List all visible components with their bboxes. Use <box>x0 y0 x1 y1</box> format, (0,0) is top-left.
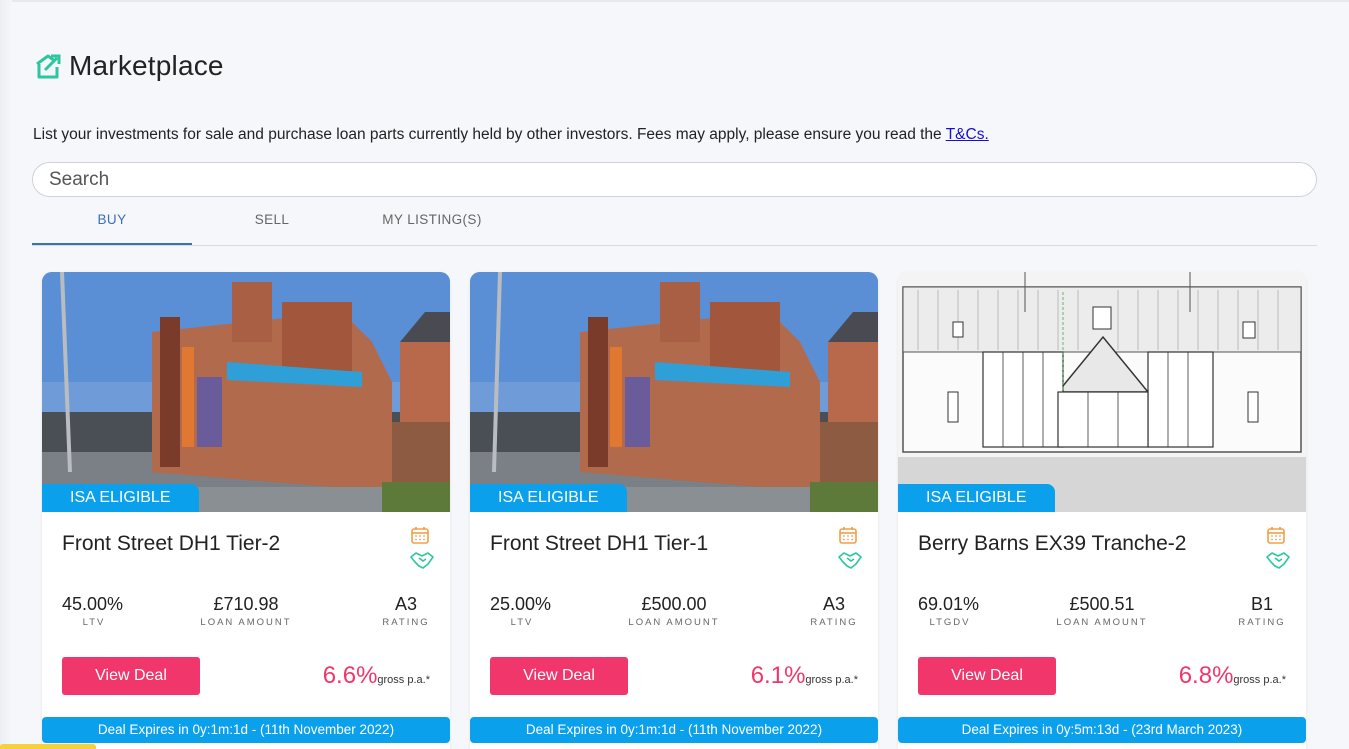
calendar-icon <box>411 527 429 544</box>
rate-suffix: gross p.a.* <box>1233 674 1286 686</box>
view-deal-button[interactable]: View Deal <box>490 657 628 695</box>
rating-value: B1 <box>1250 594 1274 614</box>
ltgdv-label: LTGDV <box>929 617 971 628</box>
ltv-label: LTV <box>510 617 534 628</box>
handshake-icon <box>410 552 434 569</box>
rate-value: 6.8% <box>1178 662 1234 689</box>
loan-amount-stat: £500.51 LOAN AMOUNT <box>1052 594 1152 628</box>
intro-description: List your investments for sale and purch… <box>33 126 946 143</box>
house-chart-icon <box>36 54 61 79</box>
search-bar <box>32 162 1317 197</box>
ltv-value: 45.00% <box>62 594 124 614</box>
rating-label: RATING <box>382 617 430 628</box>
loan-amount-value: £710.98 <box>213 594 279 614</box>
tab-bar: BUY SELL MY LISTING(S) <box>32 206 1317 246</box>
top-border <box>0 0 1349 2</box>
rate-value: 6.6% <box>322 662 378 689</box>
terms-link[interactable]: T&Cs. <box>946 126 989 143</box>
isa-eligible-badge: ISA ELIGIBLE <box>470 484 627 512</box>
calendar-icon <box>1267 527 1285 544</box>
ltgdv-stat: 69.01% LTGDV <box>918 594 982 628</box>
calendar-icon <box>839 527 857 544</box>
loan-amount-stat: £500.00 LOAN AMOUNT <box>624 594 724 628</box>
loan-amount-value: £500.51 <box>1069 594 1135 614</box>
rate-suffix: gross p.a.* <box>377 674 430 686</box>
ltv-label: LTV <box>82 617 106 628</box>
ltv-stat: 25.00% LTV <box>490 594 554 628</box>
tab-sell[interactable]: SELL <box>192 206 352 245</box>
view-deal-button[interactable]: View Deal <box>918 657 1056 695</box>
rating-value: A3 <box>394 594 418 614</box>
loan-amount-label: LOAN AMOUNT <box>628 617 720 628</box>
loan-amount-label: LOAN AMOUNT <box>200 617 292 628</box>
tab-my-listings[interactable]: MY LISTING(S) <box>352 206 512 245</box>
property-image: ISA ELIGIBLE <box>898 272 1306 512</box>
isa-eligible-badge: ISA ELIGIBLE <box>898 484 1055 512</box>
deal-card[interactable]: ISA ELIGIBLE Front Street DH1 Tier-1 25.… <box>470 272 878 749</box>
deal-expiry-banner: Deal Expires in 0y:1m:1d - (11th Novembe… <box>42 717 450 743</box>
property-image: ISA ELIGIBLE <box>470 272 878 512</box>
deal-title: Front Street DH1 Tier-2 <box>62 532 281 555</box>
deal-card[interactable]: ISA ELIGIBLE Front Street DH1 Tier-2 45.… <box>42 272 450 749</box>
intro-text: List your investments for sale and purch… <box>33 126 989 144</box>
search-input[interactable] <box>33 163 1316 196</box>
property-image: ISA ELIGIBLE <box>42 272 450 512</box>
rating-stat: A3 RATING <box>800 594 868 628</box>
loan-amount-stat: £710.98 LOAN AMOUNT <box>196 594 296 628</box>
rating-stat: A3 RATING <box>372 594 440 628</box>
rate-value: 6.1% <box>750 662 806 689</box>
deal-expiry-banner: Deal Expires in 0y:5m:13d - (23rd March … <box>898 717 1306 743</box>
tab-buy[interactable]: BUY <box>32 206 192 245</box>
rate-suffix: gross p.a.* <box>805 674 858 686</box>
rating-label: RATING <box>1238 617 1286 628</box>
loan-amount-label: LOAN AMOUNT <box>1056 617 1148 628</box>
handshake-icon <box>838 552 862 569</box>
deal-card[interactable]: ISA ELIGIBLE Berry Barns EX39 Tranche-2 … <box>898 272 1306 749</box>
view-deal-button[interactable]: View Deal <box>62 657 200 695</box>
deal-title: Front Street DH1 Tier-1 <box>490 532 709 555</box>
page-title: Marketplace <box>69 50 224 81</box>
deal-expiry-banner: Deal Expires in 0y:1m:1d - (11th Novembe… <box>470 717 878 743</box>
rating-stat: B1 RATING <box>1228 594 1296 628</box>
feedback-tab[interactable] <box>0 744 96 749</box>
ltgdv-value: 69.01% <box>918 594 980 614</box>
page-header: Marketplace <box>33 50 224 82</box>
interest-rate: 6.8% gross p.a.* <box>1179 662 1286 690</box>
ltv-stat: 45.00% LTV <box>62 594 126 628</box>
ltv-value: 25.00% <box>490 594 552 614</box>
left-edge-shadow <box>0 0 12 749</box>
interest-rate: 6.1% gross p.a.* <box>751 662 858 690</box>
deal-title: Berry Barns EX39 Tranche-2 <box>918 532 1187 555</box>
rating-value: A3 <box>822 594 846 614</box>
isa-eligible-badge: ISA ELIGIBLE <box>42 484 199 512</box>
rating-label: RATING <box>810 617 858 628</box>
interest-rate: 6.6% gross p.a.* <box>323 662 430 690</box>
handshake-icon <box>1266 552 1290 569</box>
loan-amount-value: £500.00 <box>641 594 707 614</box>
